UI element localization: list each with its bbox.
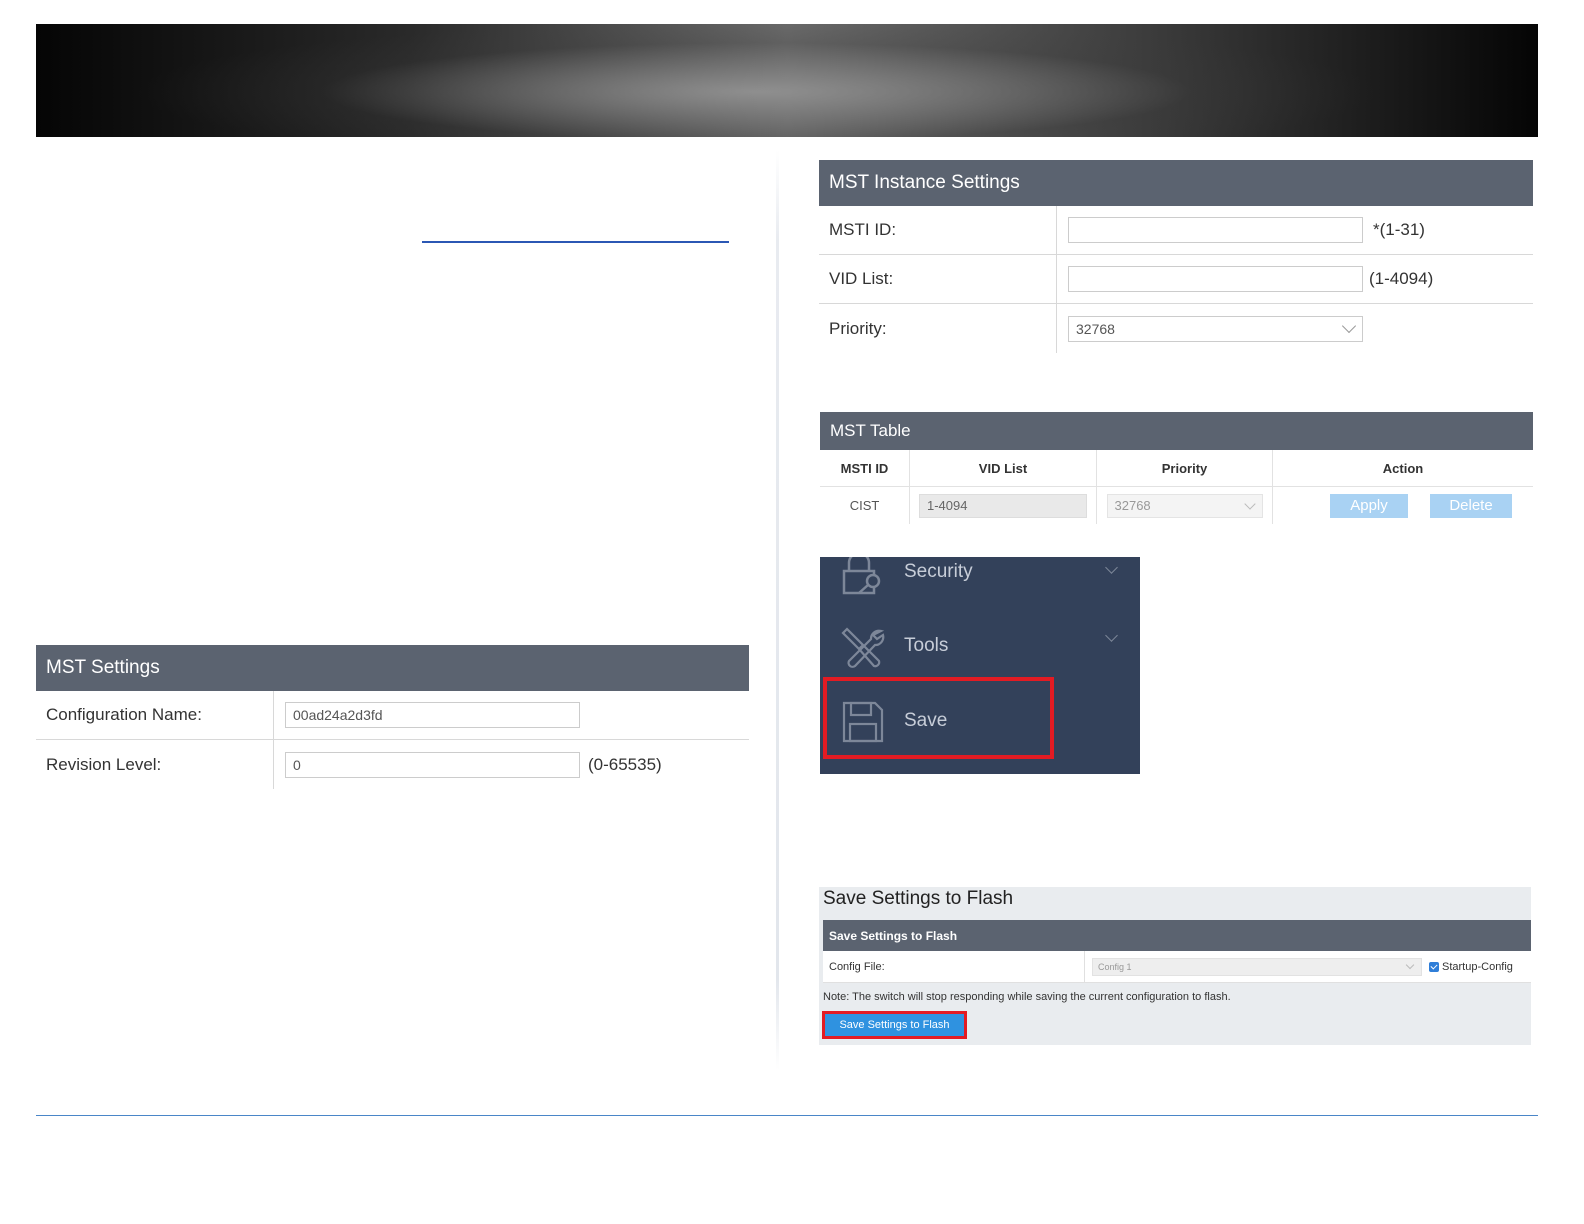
- config-file-select[interactable]: Config 1: [1092, 957, 1422, 976]
- chevron-down-icon: [1105, 629, 1118, 642]
- footer-divider: [36, 1115, 1538, 1116]
- config-file-value: Config 1: [1098, 961, 1132, 972]
- hyperlink-underline[interactable]: [422, 241, 729, 243]
- panel-title: MST Table: [820, 412, 1533, 450]
- page-title: Save Settings to Flash: [823, 888, 1014, 909]
- vid-list-cell-input[interactable]: 1-4094: [919, 493, 1087, 518]
- vid-list-hint: (1-4094): [1369, 269, 1434, 288]
- msti-id-label: MSTI ID:: [819, 206, 1057, 254]
- chevron-down-icon: [1243, 497, 1256, 510]
- panel-title: MST Settings: [36, 645, 749, 691]
- nav-item-security[interactable]: Security: [820, 557, 1140, 603]
- revision-level-input[interactable]: [285, 751, 580, 778]
- cell-msti-id: CIST: [820, 487, 910, 524]
- table-header-row: MSTI ID VID List Priority Action: [820, 450, 1533, 487]
- vid-list-label: VID List:: [819, 255, 1057, 303]
- chevron-down-icon: [1105, 561, 1118, 574]
- column-header-priority: Priority: [1097, 450, 1273, 486]
- cell-action: Apply Delete: [1273, 487, 1533, 524]
- panel-title: Save Settings to Flash: [823, 920, 1531, 951]
- checkbox-checked-icon[interactable]: [1429, 961, 1439, 972]
- msti-id-row: MSTI ID: *(1-31): [819, 206, 1533, 255]
- cell-priority: 32768: [1097, 487, 1273, 524]
- mst-instance-settings-panel: MST Instance Settings MSTI ID: *(1-31) V…: [819, 160, 1533, 353]
- flash-note: Note: The switch will stop responding wh…: [823, 991, 1231, 1003]
- revision-level-row: Revision Level: (0-65535): [36, 740, 749, 789]
- revision-level-label: Revision Level:: [36, 740, 274, 789]
- config-name-input[interactable]: [285, 702, 580, 728]
- startup-config-checkbox[interactable]: Startup-Config: [1429, 961, 1513, 973]
- config-name-label: Configuration Name:: [36, 691, 274, 739]
- nav-item-tools[interactable]: Tools: [820, 621, 1140, 677]
- msti-id-hint: *(1-31): [1373, 220, 1425, 239]
- column-divider: [776, 150, 779, 1070]
- table-row: CIST 1-4094 32768 Apply Delete: [820, 487, 1533, 524]
- startup-config-label: Startup-Config: [1442, 960, 1513, 973]
- column-header-action: Action: [1382, 460, 1424, 476]
- save-settings-flash-panel: Save Settings to Flash Save Settings to …: [819, 887, 1531, 1045]
- chevron-down-icon: [1341, 318, 1357, 333]
- revision-level-hint: (0-65535): [588, 754, 662, 774]
- cell-vid-list: 1-4094: [910, 487, 1097, 524]
- priority-label: Priority:: [819, 304, 1057, 353]
- panel-title: MST Instance Settings: [819, 160, 1533, 206]
- tools-icon: [841, 625, 885, 669]
- vid-list-input[interactable]: [1068, 266, 1363, 292]
- vid-list-row: VID List: (1-4094): [819, 255, 1533, 304]
- priority-cell-value: 32768: [1114, 498, 1151, 513]
- column-header-msti-id: MSTI ID: [820, 450, 910, 486]
- config-file-row: Config File: Config 1 Startup-Config: [823, 951, 1531, 983]
- priority-select[interactable]: 32768: [1068, 315, 1363, 342]
- nav-item-label: Security: [904, 561, 973, 582]
- column-header-vid-list: VID List: [910, 450, 1097, 486]
- save-settings-to-flash-button[interactable]: Save Settings to Flash: [825, 1014, 964, 1036]
- priority-row: Priority: 32768: [819, 304, 1533, 353]
- msti-id-input[interactable]: [1068, 217, 1363, 243]
- priority-cell-select[interactable]: 32768: [1106, 493, 1263, 518]
- nav-item-label: Tools: [904, 635, 949, 656]
- mst-table-panel: MST Table MSTI ID VID List Priority Acti…: [820, 412, 1533, 524]
- chevron-down-icon: [1405, 960, 1415, 969]
- lock-icon: [841, 557, 885, 595]
- config-file-label: Config File:: [823, 951, 1085, 982]
- priority-select-value: 32768: [1076, 320, 1115, 337]
- delete-button[interactable]: Delete: [1430, 493, 1512, 518]
- mst-settings-panel: MST Settings Configuration Name: Revisio…: [36, 645, 749, 789]
- config-name-row: Configuration Name:: [36, 691, 749, 740]
- highlight-box: Save Settings to Flash: [822, 1011, 967, 1039]
- highlight-box: [823, 677, 1054, 759]
- apply-button[interactable]: Apply: [1330, 493, 1408, 518]
- header-banner: [36, 24, 1538, 137]
